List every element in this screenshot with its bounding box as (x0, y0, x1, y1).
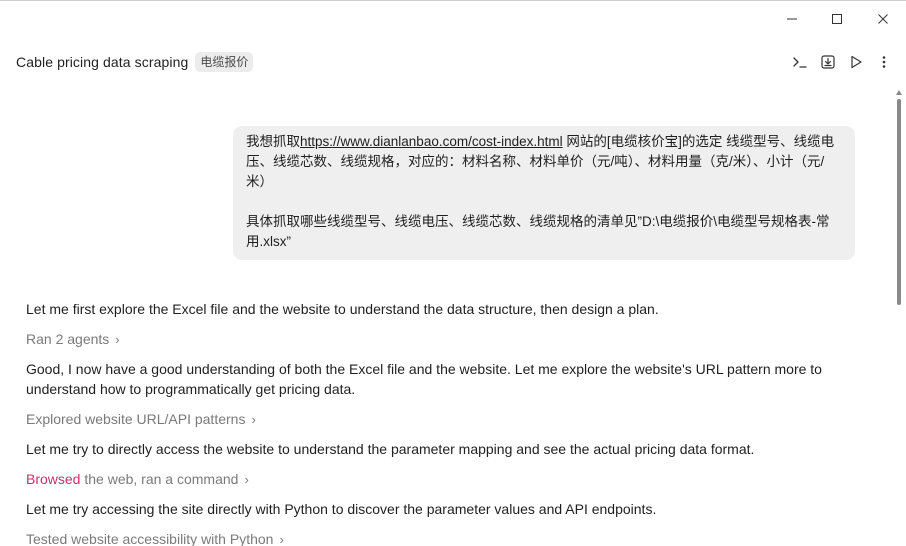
play-icon (851, 55, 862, 69)
user-message-paragraph-2: 具体抓取哪些线缆型号、线缆电压、线缆芯数、线缆规格的清单见”D:\电缆报价\电缆… (246, 214, 830, 249)
close-icon (878, 14, 888, 24)
chevron-right-icon: › (251, 412, 256, 427)
page-title: Cable pricing data scraping (16, 54, 189, 70)
step-label: the web, ran a command (80, 471, 239, 487)
conversation-area: 我想抓取https://www.dianlanbao.com/cost-inde… (0, 91, 892, 546)
project-tag[interactable]: 电缆报价 (195, 52, 254, 72)
conversation-header: Cable pricing data scraping 电缆报价 (16, 48, 906, 76)
assistant-message-3: Let me try to directly access the websit… (26, 441, 755, 457)
assistant-message-2: Good, I now have a good understanding of… (26, 361, 822, 397)
app-window: Cable pricing data scraping 电缆报价 我想抓取htt… (0, 0, 906, 546)
step-accent-label: Browsed (26, 471, 81, 487)
more-vertical-icon (882, 56, 886, 68)
minimize-button[interactable] (780, 7, 804, 31)
title-bar (0, 1, 906, 35)
step-ran-agents[interactable]: Ran 2 agents › (26, 329, 856, 350)
user-message-prefix: 我想抓取 (246, 134, 300, 149)
run-button[interactable] (842, 48, 870, 76)
scroll-up-icon[interactable] (895, 89, 903, 97)
close-button[interactable] (871, 7, 895, 31)
step-browsed-web[interactable]: Browsed the web, ran a command › (26, 469, 856, 490)
step-label: Tested website accessibility with Python (26, 531, 274, 546)
terminal-button[interactable] (786, 48, 814, 76)
minimize-icon (787, 18, 797, 20)
more-button[interactable] (870, 48, 898, 76)
assistant-message-1: Let me first explore the Excel file and … (26, 301, 659, 317)
chevron-right-icon: › (115, 332, 120, 347)
user-message-paragraph-1: 我想抓取https://www.dianlanbao.com/cost-inde… (246, 132, 843, 192)
download-button[interactable] (814, 48, 842, 76)
chevron-right-icon: › (244, 472, 249, 487)
user-message-bubble: 我想抓取https://www.dianlanbao.com/cost-inde… (233, 126, 855, 260)
maximize-icon (832, 14, 842, 24)
scrollbar[interactable] (895, 89, 903, 546)
step-label: Ran 2 agents (26, 331, 110, 347)
header-actions (786, 48, 898, 76)
website-link[interactable]: https://www.dianlanbao.com/cost-index.ht… (300, 134, 563, 149)
step-tested-python[interactable]: Tested website accessibility with Python… (26, 529, 856, 546)
assistant-message-4: Let me try accessing the site directly w… (26, 501, 657, 517)
maximize-button[interactable] (825, 7, 849, 31)
scrollbar-thumb[interactable] (897, 99, 901, 305)
step-label: Explored website URL/API patterns (26, 411, 246, 427)
step-explored-patterns[interactable]: Explored website URL/API patterns › (26, 409, 856, 430)
download-icon (821, 55, 835, 69)
chevron-right-icon: › (279, 532, 284, 546)
terminal-icon (793, 57, 807, 68)
